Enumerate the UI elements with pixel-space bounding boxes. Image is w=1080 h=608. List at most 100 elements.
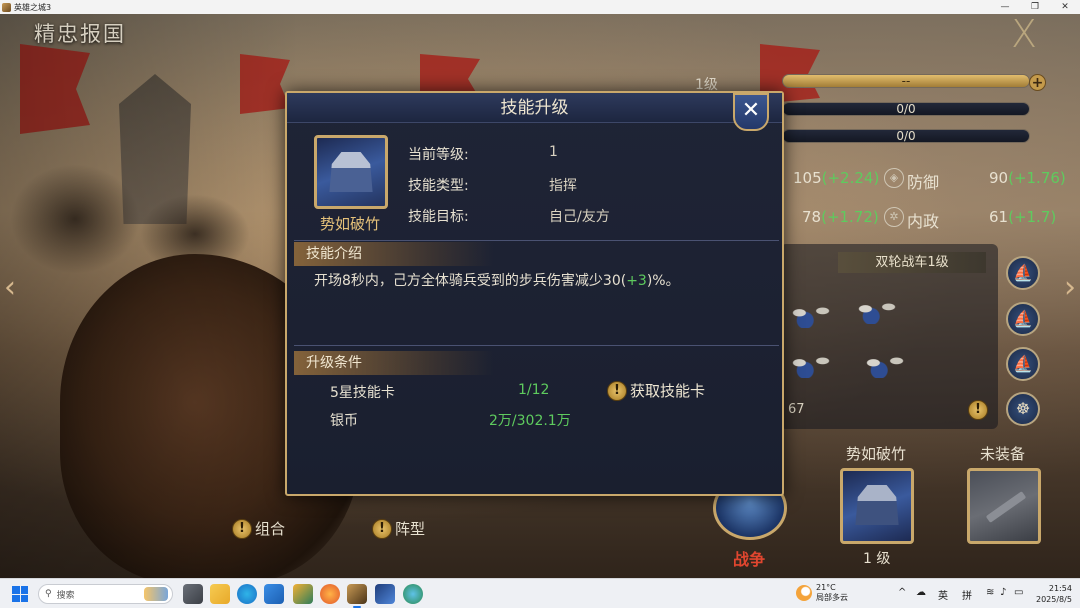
close-dialog-button[interactable]: ✕: [733, 93, 769, 131]
skill-slot-equipped[interactable]: [840, 468, 914, 544]
next-hero-arrow-icon[interactable]: ›: [1062, 268, 1078, 308]
ship-tab-icon[interactable]: ⛵: [1006, 256, 1040, 290]
clock-date: 2025/8/5: [1036, 595, 1072, 604]
stat-name-politics: 内政: [907, 212, 940, 231]
ime-mode[interactable]: 英: [938, 587, 948, 602]
search-placeholder: 搜索: [56, 590, 75, 601]
info-label-type: 技能类型:: [408, 178, 469, 194]
dialog-title: 技能升级: [287, 93, 782, 123]
atom-icon: ✲: [884, 207, 904, 227]
stat-value: 105(+2.24): [793, 169, 880, 187]
ship-tab-icon[interactable]: ⛵: [1006, 347, 1040, 381]
skill-icon: [314, 135, 388, 209]
search-highlight-icon: [144, 587, 168, 601]
close-window-icon[interactable]: ✕: [1050, 0, 1080, 14]
skill-upgrade-dialog: 技能升级 ✕ 势如破竹 当前等级: 1 技能类型: 指挥 技能目标: 自己/友方…: [285, 91, 784, 496]
app-icon[interactable]: [293, 584, 313, 604]
app-icon: [2, 2, 11, 12]
info-icon: !: [232, 518, 252, 539]
volume-icon[interactable]: ♪: [1000, 587, 1006, 598]
close-page-button[interactable]: X: [1004, 15, 1044, 56]
info-value-target: 自己/友方: [549, 209, 610, 225]
divider: [294, 240, 779, 241]
info-icon: !: [372, 518, 392, 539]
skill-name: 势如破竹: [320, 215, 381, 233]
stat-value: 78(+1.72): [802, 208, 879, 226]
taskbar-search-input[interactable]: ⚲ 搜索: [38, 584, 173, 604]
prev-hero-arrow-icon[interactable]: ‹: [2, 268, 18, 308]
taskbar: ⚲ 搜索 21°C 局部多云 ^ ☁ 英 拼 ≋ ♪ ▭ 21:54 2025/…: [0, 578, 1080, 608]
slot-label: 未装备: [980, 445, 1026, 463]
section-tab-conditions: 升级条件: [294, 351, 494, 375]
stat-value: 61(+1.7): [989, 208, 1057, 226]
condition-value-card: 1/12: [518, 382, 550, 398]
info-label-level: 当前等级:: [408, 147, 469, 163]
shield-icon: ◈: [884, 168, 904, 188]
progress-bar-3: 0/0: [782, 129, 1030, 143]
ime-pinyin[interactable]: 拼: [962, 587, 972, 602]
tray-app-icon[interactable]: ☁: [916, 587, 926, 598]
cavalry-unit-icon: [782, 290, 840, 328]
get-skill-card-button[interactable]: ! 获取技能卡: [607, 380, 705, 401]
stat-value: 90(+1.76): [989, 169, 1066, 187]
chariot-skill-icon: [329, 152, 373, 192]
weather-desc: 局部多云: [816, 593, 848, 602]
troop-name: 双轮战车1级: [838, 252, 986, 273]
condition-label-silver: 银币: [330, 413, 358, 429]
war-label: 战争: [733, 550, 766, 569]
info-value-type: 指挥: [549, 178, 577, 194]
get-skill-card-label: 获取技能卡: [630, 382, 706, 400]
weather-text: 21°C 局部多云: [816, 583, 848, 603]
weather-icon: [796, 585, 812, 601]
edge-browser-icon[interactable]: [237, 584, 257, 604]
ship-tab-icon[interactable]: ⛵: [1006, 302, 1040, 336]
file-explorer-icon[interactable]: [210, 584, 230, 604]
tray-chevron-icon[interactable]: ^: [898, 587, 906, 598]
firefox-icon[interactable]: [320, 584, 340, 604]
troop-count: 67: [788, 402, 805, 417]
window-title: 英雄之城3: [14, 2, 52, 12]
game-taskbar-icon[interactable]: [347, 584, 367, 608]
condition-value-silver: 2万/302.1万: [489, 413, 571, 429]
windows-start-icon[interactable]: [12, 586, 28, 602]
globe-app-icon[interactable]: [403, 584, 423, 604]
formation-button[interactable]: ! 阵型: [372, 518, 425, 539]
weather-widget[interactable]: 21°C 局部多云: [796, 583, 848, 603]
wheel-tab-icon[interactable]: ☸: [1006, 392, 1040, 426]
stat-name-defense: 防御: [907, 173, 940, 192]
condition-label-card: 5星技能卡: [330, 385, 395, 401]
combo-label: 组合: [255, 520, 286, 538]
exp-bar: --: [782, 74, 1030, 88]
chariot-skill-icon: [855, 485, 899, 525]
sword-icon: [985, 491, 1027, 523]
page-title: 精忠报国: [34, 22, 126, 46]
info-icon: !: [607, 380, 627, 401]
info-label-target: 技能目标:: [408, 209, 469, 225]
task-view-icon[interactable]: [183, 584, 203, 604]
scene-vignette: [0, 14, 300, 578]
clock-time: 21:54: [1048, 584, 1072, 593]
formation-label: 阵型: [395, 520, 426, 538]
store-icon[interactable]: [264, 584, 284, 604]
skill-description: 开场8秒内，己方全体骑兵受到的步兵伤害减少30(+3)%。: [314, 273, 680, 289]
skill-slot-empty[interactable]: [967, 468, 1041, 544]
chariot-unit-icon: [848, 286, 906, 324]
add-exp-button[interactable]: +: [1029, 74, 1046, 91]
battery-icon[interactable]: ▭: [1014, 587, 1023, 598]
info-icon[interactable]: !: [968, 400, 988, 420]
app-icon[interactable]: [375, 584, 395, 604]
chariot-unit-icon: [856, 340, 914, 378]
window-title-bar: 英雄之城3 — ❐ ✕: [0, 0, 1080, 14]
wifi-icon[interactable]: ≋: [986, 587, 994, 598]
slot-label: 势如破竹: [846, 445, 907, 463]
section-tab-intro: 技能介绍: [294, 242, 494, 266]
slot-level: 1 级: [863, 551, 891, 567]
progress-bar-2: 0/0: [782, 102, 1030, 116]
info-value-level: 1: [549, 144, 558, 160]
weather-temp: 21°C: [816, 583, 836, 592]
clock[interactable]: 21:54 2025/8/5: [1036, 583, 1072, 605]
divider: [294, 345, 779, 346]
cavalry-unit-icon: [782, 340, 840, 378]
combo-button[interactable]: ! 组合: [232, 518, 285, 539]
search-icon: ⚲: [45, 589, 52, 599]
